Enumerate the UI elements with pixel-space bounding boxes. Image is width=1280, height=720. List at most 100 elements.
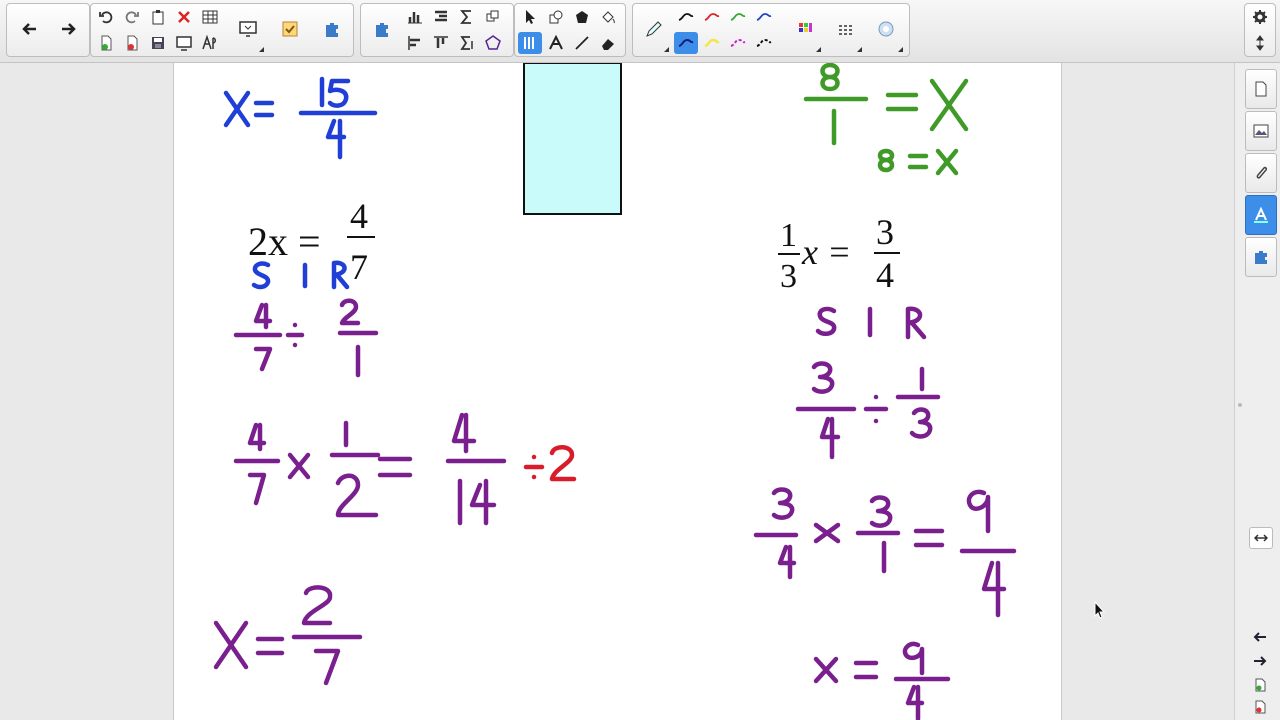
whiteboard-page[interactable]: 2x = 4 7 1 3 x = 3 4 — [173, 63, 1062, 720]
fill-bucket-icon[interactable] — [596, 6, 620, 28]
next-page-button[interactable] — [1249, 651, 1271, 671]
puzzle-piece-icon — [1255, 251, 1267, 264]
right-arrow-icon — [1254, 656, 1267, 666]
handwritten-s-i-r-right — [815, 306, 927, 340]
screen-shade-icon[interactable] — [231, 6, 265, 52]
properties-tab[interactable] — [1245, 195, 1277, 235]
undo-icon[interactable] — [94, 6, 118, 28]
handwritten-x-equals-15-over-4 — [223, 76, 378, 160]
dropdown-indicator — [857, 47, 862, 52]
gear-icon[interactable] — [1248, 6, 1272, 28]
add-page-button[interactable] — [1249, 675, 1271, 695]
ink-layer: 2x = 4 7 1 3 x = 3 4 — [213, 63, 1017, 720]
attachments-tab[interactable] — [1245, 153, 1277, 193]
sum-icon[interactable] — [455, 32, 479, 54]
mouse-cursor-icon — [1094, 601, 1106, 619]
dashed-pen-icon[interactable] — [752, 32, 776, 54]
paperclip-icon — [1256, 166, 1267, 179]
magenta-pen-icon[interactable] — [726, 32, 750, 54]
eraser-icon[interactable] — [596, 32, 620, 54]
properties-icon[interactable] — [273, 6, 307, 52]
bar-chart-icon[interactable] — [403, 6, 427, 28]
typed-a-denominator: 3 — [780, 258, 797, 295]
handwritten-multiplication-step-right — [753, 487, 1017, 618]
align-left-icon[interactable] — [403, 32, 427, 54]
line-style-icon[interactable] — [829, 6, 863, 52]
delete-icon[interactable] — [172, 6, 196, 28]
puzzle-icon[interactable] — [365, 6, 399, 52]
settings-group — [1244, 3, 1276, 57]
full-screen-icon[interactable] — [172, 32, 196, 54]
add-page-icon — [1255, 678, 1266, 692]
typed-var: x = — [801, 232, 851, 272]
text-tool-icon[interactable] — [544, 32, 568, 54]
typed-b-numerator: 3 — [876, 212, 894, 252]
green-pen-icon[interactable] — [726, 6, 750, 28]
fill-shape-icon[interactable] — [570, 6, 594, 28]
double-arrow-icon — [1254, 534, 1268, 542]
yellow-highlighter-icon[interactable] — [700, 32, 724, 54]
save-icon[interactable] — [146, 32, 170, 54]
typed-numerator: 4 — [350, 196, 368, 236]
typed-lhs: 2x = — [248, 219, 321, 264]
side-tabs — [1234, 63, 1280, 720]
text-properties-icon — [1254, 206, 1268, 223]
handwritten-x-equals-9-over-4 — [813, 641, 951, 720]
new-page-icon[interactable] — [94, 32, 118, 54]
gallery-icon — [1253, 124, 1269, 138]
table-icon[interactable] — [198, 6, 222, 28]
black-pen-icon[interactable] — [674, 6, 698, 28]
select-arrow-icon[interactable] — [518, 6, 542, 28]
paste-icon[interactable] — [146, 6, 170, 28]
typed-equation-2x-equals-4-over-7: 2x = 4 7 — [248, 196, 375, 287]
back-arrow-icon[interactable] — [13, 6, 47, 52]
handwritten-8-over-1-equals-x — [803, 63, 969, 176]
dropdown-indicator — [259, 47, 264, 52]
add-ons-icon[interactable] — [315, 6, 349, 52]
typed-equation-one-third-x-equals-three-fourths: 1 3 x = 3 4 — [778, 212, 900, 295]
add-ons-tab[interactable] — [1245, 237, 1277, 277]
typed-denominator: 7 — [350, 247, 368, 287]
align-top-icon[interactable] — [429, 32, 453, 54]
dropdown-indicator — [816, 47, 821, 52]
color-palette-icon[interactable] — [788, 6, 822, 52]
handwriting-recognition-icon[interactable] — [198, 32, 222, 54]
delete-page-icon[interactable] — [120, 32, 144, 54]
blue-pen-icon[interactable] — [752, 6, 776, 28]
red-pen-icon[interactable] — [700, 6, 724, 28]
sigma-icon[interactable] — [455, 6, 479, 28]
sidebar-collapse-toggle[interactable] — [1249, 527, 1273, 549]
scroll-dot — [1235, 395, 1245, 415]
handwritten-s-i-r-left — [251, 260, 350, 290]
delete-page-button[interactable] — [1249, 697, 1271, 717]
polygon-icon[interactable] — [481, 32, 505, 54]
handwritten-3-4-divide-1-3 — [795, 361, 941, 460]
objects-group — [360, 3, 514, 57]
toolbar-position-icon[interactable] — [1248, 32, 1272, 54]
delete-page-icon — [1255, 700, 1266, 714]
capture-icon[interactable] — [869, 6, 903, 52]
blue-highlighter-icon[interactable] — [674, 32, 698, 54]
measurement-tool-icon[interactable] — [518, 32, 542, 54]
redo-icon[interactable] — [120, 6, 144, 28]
previous-page-button[interactable] — [1249, 627, 1271, 647]
horizontal-bars-icon[interactable] — [429, 6, 453, 28]
page-sorter-tab[interactable] — [1245, 69, 1277, 109]
pen-group — [632, 3, 910, 57]
cyan-rectangle[interactable] — [523, 63, 622, 215]
typed-b-denominator: 4 — [876, 255, 894, 295]
forward-arrow-icon[interactable] — [51, 6, 85, 52]
line-tool-icon[interactable] — [570, 32, 594, 54]
page-icon — [1255, 81, 1267, 97]
gallery-tab[interactable] — [1245, 111, 1277, 151]
dropdown-indicator — [664, 47, 669, 52]
arrange-icon[interactable] — [481, 6, 505, 28]
handwritten-divide-by-2-note — [523, 445, 577, 482]
draw-group — [514, 3, 626, 57]
shapes-icon[interactable] — [544, 6, 568, 28]
dropdown-indicator — [898, 47, 903, 52]
edit-group — [90, 3, 354, 57]
navigation-group — [6, 3, 90, 57]
handwritten-x-equals-2-over-7 — [213, 585, 363, 686]
pen-icon[interactable] — [637, 6, 671, 52]
